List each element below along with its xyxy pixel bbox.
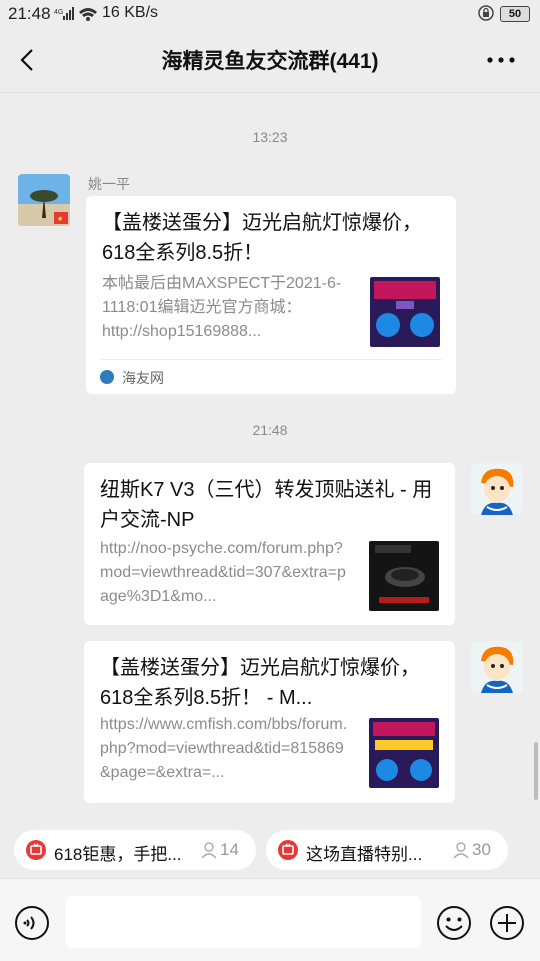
svg-text:★: ★ (57, 215, 63, 223)
card-thumbnail (369, 718, 439, 788)
viewer-count: 14 (220, 840, 239, 859)
avatar[interactable] (471, 463, 523, 515)
input-bar (0, 878, 540, 961)
card-thumbnail (369, 541, 439, 611)
live-icon (26, 840, 46, 860)
link-card[interactable]: 【盖楼送蛋分】迈光启航灯惊爆价，618全系列8.5折！ - M... https… (84, 641, 455, 803)
page-title: 海精灵鱼友交流群(441) (161, 50, 379, 73)
avatar[interactable] (471, 641, 523, 693)
plus-button[interactable] (489, 905, 525, 946)
viewer-icon (452, 841, 470, 864)
sender-name: 姚一平 (88, 176, 130, 192)
card-title: 纽斯K7 V3（三代）转发顶贴送礼 - 用户交流-NP (100, 479, 433, 531)
avatar[interactable]: ★ (18, 174, 70, 226)
card-title: 【盖楼送蛋分】迈光启航灯惊爆价，618全系列8.5折！ (102, 212, 422, 264)
chat-header: 海精灵鱼友交流群(441) (0, 28, 540, 93)
viewer-count: 30 (472, 840, 491, 859)
voice-button[interactable] (14, 905, 50, 946)
live-title: 618钜惠，手把... (54, 845, 182, 864)
voice-icon (15, 906, 49, 940)
card-title: 【盖楼送蛋分】迈光启航灯惊爆价，618全系列8.5折！ - M... (100, 657, 420, 709)
link-card[interactable]: 【盖楼送蛋分】迈光启航灯惊爆价，618全系列8.5折！ 本帖最后由MAXSPEC… (86, 196, 456, 394)
live-pill[interactable]: 618钜惠，手把... 14 (14, 830, 256, 870)
message-timestamp: 13:23 (252, 129, 288, 145)
card-description: https://www.cmfish.com/bbs/forum.php?mod… (100, 716, 348, 781)
status-bar: 21:48 4G 16 KB/s 50 (0, 0, 540, 28)
more-icon (487, 57, 515, 63)
source-name: 海友网 (122, 370, 164, 386)
status-time: 21:48 (8, 4, 51, 23)
live-icon (278, 840, 298, 860)
scrollbar[interactable] (534, 742, 538, 800)
network-speed: 16 KB/s (102, 4, 159, 21)
site-icon (100, 370, 114, 384)
card-source: 海友网 (100, 359, 442, 394)
live-title: 这场直播特别... (306, 845, 423, 864)
rotation-lock-icon (478, 5, 494, 26)
viewer-icon (200, 841, 218, 864)
svg-text:4G: 4G (54, 9, 63, 16)
plus-icon (490, 906, 524, 940)
message-timestamp: 21:48 (252, 422, 288, 438)
live-pill[interactable]: 这场直播特别... 30 (266, 830, 508, 870)
emoji-icon (437, 906, 471, 940)
link-card[interactable]: 纽斯K7 V3（三代）转发顶贴送礼 - 用户交流-NP http://noo-p… (84, 463, 455, 625)
battery-icon: 50 (500, 6, 530, 22)
more-button[interactable] (484, 48, 518, 72)
card-description: http://noo-psyche.com/forum.php?mod=view… (100, 540, 346, 605)
card-description: 本帖最后由MAXSPECT于2021-6-1118:01编辑迈光官方商城：htt… (102, 275, 342, 340)
signal-icon: 4G (54, 6, 102, 27)
live-stream-bar: 618钜惠，手把... 14 这场直播特别... 30 (0, 818, 540, 878)
card-thumbnail (370, 277, 440, 347)
message-input[interactable] (66, 896, 421, 948)
emoji-button[interactable] (436, 905, 472, 946)
